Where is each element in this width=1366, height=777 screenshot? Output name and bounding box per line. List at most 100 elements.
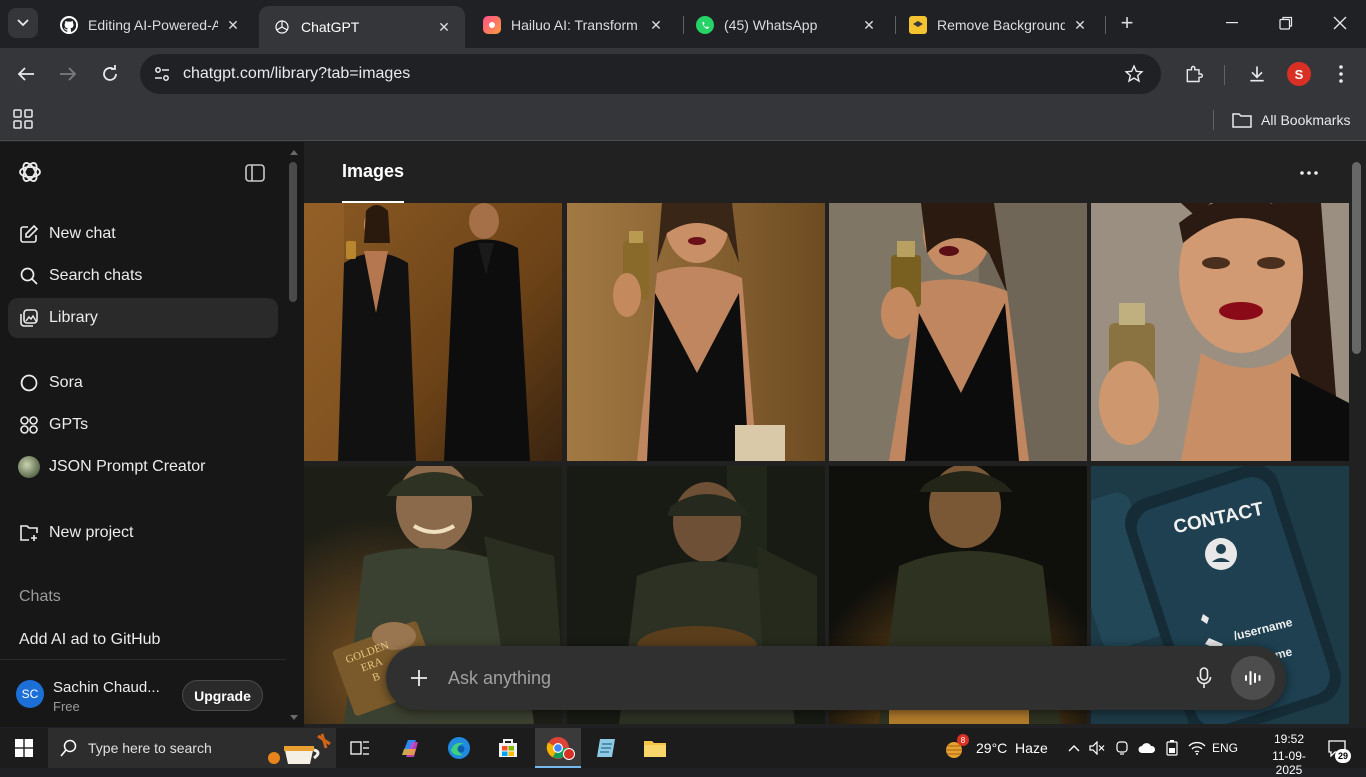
clock-time[interactable]: 19:52	[1259, 732, 1319, 746]
profile-button[interactable]: S	[1284, 59, 1314, 89]
image-thumbnail-woman-with-perfume[interactable]	[829, 203, 1087, 461]
tab-removebg[interactable]: Remove Background ✕	[895, 6, 1101, 44]
tab-whatsapp[interactable]: (45) WhatsApp ✕	[682, 6, 890, 44]
copilot-icon	[402, 740, 418, 757]
copilot-button[interactable]	[388, 728, 432, 768]
tab-github[interactable]: Editing AI-Powered-A ✕	[46, 6, 254, 44]
wifi-icon[interactable]	[1186, 728, 1208, 768]
sidebar-item-gpts[interactable]: GPTs	[8, 405, 278, 445]
profile-avatar: S	[1287, 62, 1311, 86]
tab-title: ChatGPT	[301, 19, 360, 35]
edge-button[interactable]	[437, 728, 481, 768]
image-thumbnail-woman-holding-perfume[interactable]	[567, 203, 825, 461]
notifications-button[interactable]: 29	[1320, 728, 1354, 768]
user-account-panel[interactable]: SC Sachin Chaud... Free Upgrade	[0, 659, 286, 727]
scroll-up-icon[interactable]	[289, 148, 299, 156]
tab-divider	[1105, 16, 1106, 34]
close-icon[interactable]: ✕	[647, 16, 665, 34]
tab-title: (45) WhatsApp	[724, 17, 818, 33]
openai-logo-icon[interactable]	[16, 158, 44, 186]
edit-icon	[18, 223, 40, 245]
close-icon[interactable]: ✕	[860, 16, 878, 34]
page-title: Images	[342, 161, 405, 181]
sidebar-toggle-icon	[245, 164, 265, 182]
microsoft-store-button[interactable]	[486, 728, 530, 768]
taskbar-search[interactable]: Type here to search	[48, 728, 336, 768]
meet-now-icon[interactable]	[1112, 728, 1132, 768]
chevron-down-icon	[17, 19, 29, 27]
restore-icon	[1279, 16, 1293, 30]
arrow-left-icon	[17, 67, 34, 81]
clock-date[interactable]: 11-09-2025	[1259, 749, 1319, 777]
tab-hailuo[interactable]: Hailuo AI: Transform ✕	[469, 6, 677, 44]
weather-widget-icon[interactable]: 8	[940, 728, 970, 768]
onedrive-icon[interactable]	[1136, 728, 1158, 768]
sidebar-scrollbar[interactable]	[289, 162, 297, 302]
gpt-avatar	[18, 456, 40, 478]
battery-icon[interactable]	[1162, 728, 1182, 768]
task-view-button[interactable]	[338, 728, 382, 768]
sidebar-item-label: JSON Prompt Creator	[49, 458, 206, 475]
main-scrollbar[interactable]	[1352, 162, 1361, 354]
address-bar[interactable]: chatgpt.com/library?tab=images	[140, 54, 1161, 94]
tab-title: Hailuo AI: Transform	[511, 17, 638, 33]
image-thumbnail-woman-and-man[interactable]	[304, 203, 562, 461]
forward-button[interactable]	[54, 60, 82, 88]
close-icon[interactable]: ✕	[224, 16, 242, 34]
sora-icon	[18, 372, 40, 394]
sidebar-item-sora[interactable]: Sora	[8, 363, 278, 403]
voice-mode-button[interactable]	[1231, 656, 1275, 700]
message-input[interactable]: Ask anything	[448, 668, 1189, 689]
tab-chatgpt[interactable]: ChatGPT ✕	[259, 6, 465, 48]
sidebar-item-json-prompt-creator[interactable]: JSON Prompt Creator	[8, 447, 278, 487]
sidebar-item-label: New chat	[49, 225, 116, 242]
message-composer[interactable]: Ask anything	[386, 646, 1286, 710]
all-bookmarks-button[interactable]: All Bookmarks	[1232, 109, 1350, 131]
folder-plus-icon	[18, 522, 40, 544]
chrome-taskbar-button[interactable]	[535, 728, 581, 768]
close-icon[interactable]: ✕	[1071, 16, 1089, 34]
attach-button[interactable]	[402, 661, 436, 695]
openai-icon	[273, 18, 291, 36]
browser-menu-button[interactable]	[1326, 59, 1356, 89]
user-plan: Free	[53, 699, 80, 714]
start-button[interactable]	[0, 728, 48, 768]
back-button[interactable]	[12, 60, 40, 88]
restore-button[interactable]	[1271, 8, 1301, 38]
reload-button[interactable]	[96, 60, 124, 88]
arrow-right-icon	[60, 67, 77, 81]
more-options-button[interactable]	[1296, 160, 1322, 186]
windows-logo-icon	[15, 739, 33, 757]
folder-icon	[1232, 113, 1252, 128]
downloads-button[interactable]	[1242, 59, 1272, 89]
bookmark-star-icon[interactable]	[1119, 59, 1149, 89]
sidebar-item-new-chat[interactable]: New chat	[8, 214, 278, 254]
sidebar-item-new-project[interactable]: New project	[8, 513, 278, 553]
close-icon[interactable]: ✕	[435, 18, 453, 36]
notepad-icon	[597, 739, 615, 757]
voice-waveform-icon	[1245, 671, 1261, 685]
chat-history-item[interactable]: Add AI ad to GitHub	[19, 631, 160, 649]
extensions-button[interactable]	[1179, 59, 1209, 89]
minimize-button[interactable]	[1217, 8, 1247, 38]
close-window-button[interactable]	[1325, 8, 1355, 38]
file-explorer-button[interactable]	[633, 728, 677, 768]
tab-search-button[interactable]	[8, 8, 38, 38]
show-hidden-icons-button[interactable]	[1065, 728, 1083, 768]
new-tab-button[interactable]: +	[1114, 10, 1140, 36]
url-text[interactable]: chatgpt.com/library?tab=images	[183, 65, 1119, 83]
notification-count-badge: 29	[1335, 749, 1351, 763]
sidebar-item-library[interactable]: Library	[8, 298, 278, 338]
close-sidebar-button[interactable]	[242, 160, 268, 186]
sidebar-item-search-chats[interactable]: Search chats	[8, 256, 278, 296]
apps-grid-icon[interactable]	[12, 108, 36, 132]
notes-app-button[interactable]	[584, 728, 628, 768]
site-info-icon[interactable]	[145, 57, 179, 91]
dictate-button[interactable]	[1189, 663, 1219, 693]
upgrade-button[interactable]: Upgrade	[182, 680, 263, 711]
scroll-down-icon[interactable]	[289, 714, 299, 722]
image-thumbnail-woman-closeup[interactable]	[1091, 203, 1349, 461]
weather-text[interactable]: 29°C Haze	[976, 740, 1048, 756]
volume-muted-icon[interactable]	[1087, 728, 1107, 768]
language-indicator[interactable]: ENG	[1212, 741, 1238, 755]
